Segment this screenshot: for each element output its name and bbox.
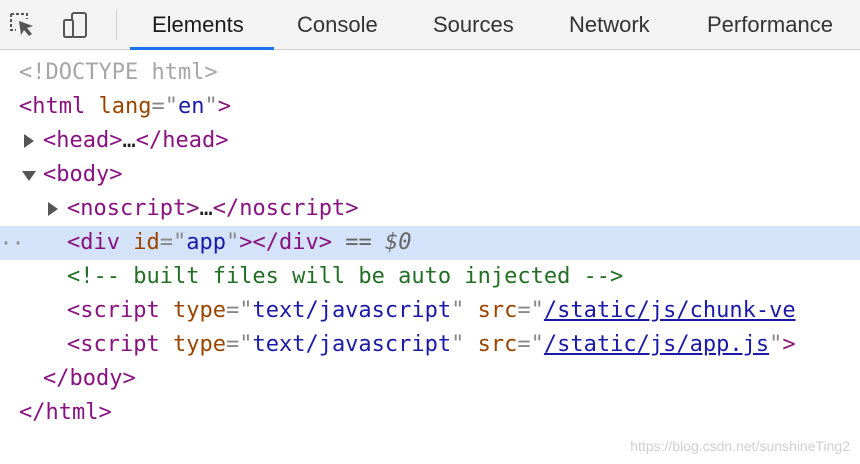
tab-network[interactable]: Network [569,0,650,50]
tab-elements[interactable]: Elements [152,0,244,50]
dom-node-script-app[interactable]: <script type="text/javascript" src="/sta… [0,328,860,362]
dom-node-doctype[interactable]: <!DOCTYPE html> [0,56,860,90]
src-link[interactable]: /static/js/chunk-ve [544,298,796,323]
expand-triangle-icon[interactable] [22,124,36,158]
tab-performance[interactable]: Performance [707,0,833,50]
tag-name: noscript [80,196,187,221]
dom-node-script-chunk[interactable]: <script type="text/javascript" src="/sta… [0,294,860,328]
dom-node-head[interactable]: <head>…</head> [0,124,860,158]
console-ref-label: == $0 [345,230,412,255]
tag-name: html [32,94,86,119]
watermark: https://blog.csdn.net/sunshineTing2 [630,438,850,454]
inspect-element-icon[interactable] [6,9,38,41]
dom-node-body-close[interactable]: </body> [0,362,860,396]
doctype-text: <!DOCTYPE html> [19,60,218,85]
tag-name: body [69,366,123,391]
comment-text: <!-- built files will be auto injected -… [67,264,624,289]
src-link[interactable]: /static/js/app.js [544,332,769,357]
expand-triangle-icon[interactable] [46,192,60,226]
tag-name: div [80,230,120,255]
tab-console[interactable]: Console [297,0,378,50]
device-toolbar-icon[interactable] [60,9,92,41]
dom-node-html-close[interactable]: </html> [0,396,860,430]
attr-name: type [172,298,226,323]
attr-name: type [172,332,226,357]
attr-name: lang [98,94,152,119]
tab-sources[interactable]: Sources [433,0,514,50]
collapsed-ellipsis[interactable]: … [122,128,135,153]
tag-name: div [279,230,319,255]
dom-node-div-app-selected[interactable]: ·· <div id="app"></div> == $0 [0,226,860,260]
collapsed-ellipsis[interactable]: … [199,196,212,221]
tag-name: head [162,128,216,153]
tag-name: html [45,400,99,425]
dom-node-html[interactable]: <html lang="en"> [0,90,860,124]
attr-name: src [477,298,518,323]
tag-name: noscript [239,196,346,221]
dom-node-noscript[interactable]: <noscript>…</noscript> [0,192,860,226]
attr-value: text/javascript [252,298,452,323]
attr-name: id [133,230,160,255]
dom-node-body[interactable]: <body> [0,158,860,192]
more-actions-dots[interactable]: ·· [0,226,24,260]
tag-name: head [56,128,110,153]
toolbar-separator [116,10,117,40]
attr-name: src [477,332,518,357]
active-tab-indicator [130,47,274,50]
attr-value: en [177,94,205,119]
collapse-triangle-icon[interactable] [22,158,36,192]
dom-tree: <!DOCTYPE html> <html lang="en"> <head>…… [0,56,860,430]
attr-value: text/javascript [252,332,452,357]
tag-name: script [80,332,160,357]
tag-name: script [80,298,160,323]
tag-name: body [56,162,110,187]
attr-value: app [186,230,226,255]
devtools-toolbar: Elements Console Sources Network Perform… [0,0,860,50]
dom-node-comment[interactable]: <!-- built files will be auto injected -… [0,260,860,294]
